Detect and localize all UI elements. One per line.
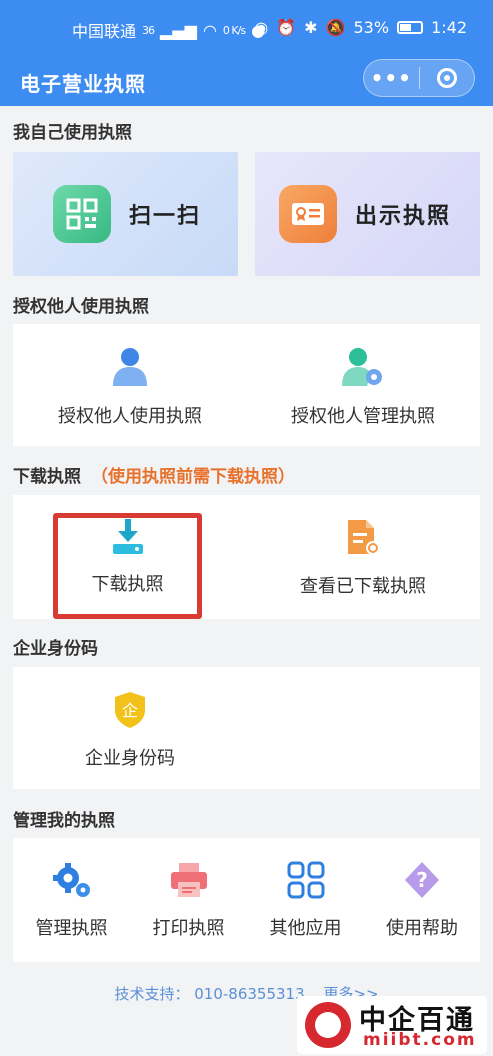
print-license-label: 打印执照 (152, 918, 225, 939)
other-apps-label: 其他应用 (269, 918, 342, 939)
authorize-manage-button[interactable]: 授权他人管理执照 (278, 346, 448, 428)
show-license-label: 出示执照 (355, 204, 452, 229)
clock: 1:42 (431, 18, 467, 37)
battery-icon (397, 21, 424, 34)
status-bar: 中国联通 36 ▂▄▆ ◠ 0 K/s ● ◉ ⏰ ✱ 🔕 53% 1:42 (0, 0, 493, 58)
highlight-box (53, 513, 202, 619)
nav-bar: 电子营业执照 ••• (0, 58, 493, 106)
bluetooth-icon: ✱ (304, 18, 318, 37)
enterprise-shield-icon: 企 (115, 692, 145, 728)
watermark-site: miibt.com (363, 1030, 477, 1050)
manage-license-button[interactable]: 管理执照 (13, 860, 130, 940)
scan-label: 扫一扫 (129, 204, 202, 229)
view-downloaded-button[interactable]: 查看已下载执照 (278, 518, 448, 598)
section-title-download: 下载执照 （使用执照前需下载执照） (13, 462, 295, 487)
download-section-note: （使用执照前需下载执照） (91, 467, 295, 487)
mute-icon: 🔕 (325, 18, 346, 37)
help-icon: ? (405, 862, 439, 898)
person-settings-icon (342, 348, 382, 386)
print-license-button[interactable]: 打印执照 (130, 860, 247, 940)
section-title-identity: 企业身份码 (13, 639, 98, 659)
help-button[interactable]: ? 使用帮助 (364, 860, 480, 940)
svg-text:企: 企 (122, 701, 138, 720)
document-icon (348, 520, 380, 555)
other-apps-button[interactable]: 其他应用 (247, 860, 364, 940)
tech-support-label: 技术支持： (114, 985, 190, 1003)
page-title: 电子营业执照 (20, 72, 146, 96)
eye-icon: ◉ (254, 18, 269, 37)
carrier-label: 中国联通 (72, 22, 137, 41)
section-title-self-use: 我自己使用执照 (13, 123, 132, 143)
watermark-logo-icon (305, 1002, 351, 1048)
section-title-manage: 管理我的执照 (13, 811, 115, 831)
more-button[interactable]: ••• (364, 68, 419, 88)
signal-icon: ▂▄▆ (160, 20, 197, 40)
show-license-button[interactable]: 出示执照 (255, 152, 480, 276)
authorize-use-label: 授权他人使用执照 (58, 406, 202, 427)
watermark: 中企百通 miibt.com (297, 996, 487, 1054)
miniapp-capsule: ••• (363, 59, 475, 97)
support-phone-link[interactable]: 010-86355313 (194, 985, 304, 1003)
speed-label: 0 K/s (222, 23, 246, 37)
view-downloaded-label: 查看已下载执照 (300, 576, 426, 597)
target-circle-icon (436, 68, 457, 88)
scan-button[interactable]: 扫一扫 (13, 152, 238, 276)
download-section-title: 下载执照 (13, 467, 81, 487)
section-title-authorize: 授权他人使用执照 (13, 297, 149, 317)
close-miniapp-button[interactable] (419, 68, 474, 88)
apps-grid-icon (287, 861, 324, 899)
qr-scan-icon (53, 185, 111, 243)
person-icon (113, 348, 147, 386)
gear-icon (52, 863, 90, 897)
license-card-icon (279, 185, 337, 243)
authorize-use-button[interactable]: 授权他人使用执照 (45, 346, 215, 428)
wifi-icon: ◠ (202, 20, 217, 40)
alarm-icon: ⏰ (276, 18, 297, 37)
svg-text:?: ? (416, 868, 428, 892)
enterprise-id-code-label: 企业身份码 (85, 748, 175, 769)
printer-icon (170, 863, 207, 897)
help-label: 使用帮助 (386, 918, 458, 939)
battery-percent: 53% (353, 18, 390, 37)
net-type-label: 36 (142, 23, 155, 37)
manage-license-label: 管理执照 (35, 918, 108, 939)
enterprise-id-code-button[interactable]: 企 企业身份码 (45, 690, 215, 770)
authorize-manage-label: 授权他人管理执照 (291, 406, 435, 427)
